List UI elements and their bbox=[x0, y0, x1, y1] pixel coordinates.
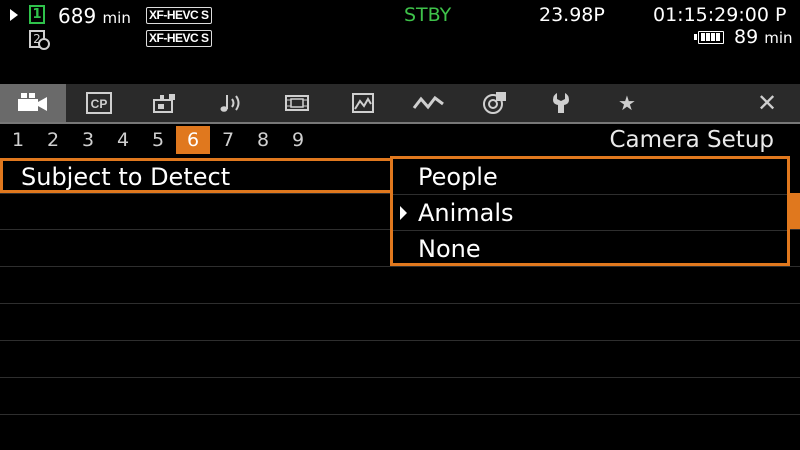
menu-tab-bar: CP ★ ✕ bbox=[0, 84, 800, 122]
movie-camera-icon bbox=[18, 93, 47, 111]
page-6-active[interactable]: 6 bbox=[176, 126, 210, 154]
card-slot-2-icon: 2 bbox=[29, 30, 50, 50]
row-divider bbox=[0, 303, 800, 304]
option-label: None bbox=[418, 235, 481, 263]
tab-camera-settings[interactable] bbox=[132, 84, 198, 122]
battery-icon bbox=[694, 31, 724, 44]
tab-assist-functions[interactable] bbox=[396, 84, 462, 122]
tab-network[interactable] bbox=[462, 84, 528, 122]
page-3[interactable]: 3 bbox=[71, 126, 105, 154]
page-selector: 1 2 3 4 5 6 7 8 9 Camera Setup bbox=[0, 126, 800, 154]
row-divider bbox=[0, 266, 800, 267]
row-divider bbox=[0, 414, 800, 415]
remaining-unit: min bbox=[102, 9, 131, 27]
tab-custom-picture[interactable]: CP bbox=[66, 84, 132, 122]
audio-icon bbox=[220, 95, 240, 112]
page-9[interactable]: 9 bbox=[281, 126, 315, 154]
network-icon bbox=[483, 92, 506, 114]
remaining-record-time: 689 min bbox=[58, 6, 131, 26]
tab-bar-divider bbox=[0, 122, 800, 124]
close-menu-button[interactable]: ✕ bbox=[734, 84, 800, 122]
selected-marker-icon bbox=[400, 206, 407, 220]
assist-waveform-icon bbox=[412, 95, 444, 110]
option-animals[interactable]: Animals bbox=[393, 195, 787, 230]
row-divider bbox=[0, 340, 800, 341]
tab-camera-setup[interactable] bbox=[0, 84, 66, 122]
remaining-value: 689 bbox=[58, 4, 97, 28]
row-divider bbox=[0, 377, 800, 378]
tab-recording-media[interactable] bbox=[330, 84, 396, 122]
recording-format-slot2: XF-HEVC S bbox=[146, 30, 212, 47]
camera-settings-icon bbox=[153, 94, 175, 113]
tab-system-setup[interactable] bbox=[528, 84, 594, 122]
frame-rate: 23.98P bbox=[539, 4, 605, 26]
tab-video[interactable] bbox=[264, 84, 330, 122]
star-icon: ★ bbox=[618, 91, 636, 115]
tab-audio[interactable] bbox=[198, 84, 264, 122]
option-label: People bbox=[418, 163, 498, 191]
page-1[interactable]: 1 bbox=[1, 126, 35, 154]
page-4[interactable]: 4 bbox=[106, 126, 140, 154]
recording-format-slot1: XF-HEVC S bbox=[146, 7, 212, 24]
menu-item-subject-to-detect[interactable]: Subject to Detect bbox=[0, 158, 392, 193]
battery-unit: min bbox=[764, 29, 793, 47]
timecode: 01:15:29:00 P bbox=[653, 4, 787, 26]
svg-text:CP: CP bbox=[91, 97, 108, 111]
option-label: Animals bbox=[418, 199, 514, 227]
option-people[interactable]: People bbox=[393, 159, 787, 194]
record-state: STBY bbox=[404, 4, 452, 26]
battery-value: 89 bbox=[734, 26, 759, 48]
card-slot-1-icon: 1 bbox=[29, 5, 45, 24]
scroll-indicator bbox=[788, 193, 800, 229]
page-8[interactable]: 8 bbox=[246, 126, 280, 154]
page-7[interactable]: 7 bbox=[211, 126, 245, 154]
option-list: People Animals None bbox=[390, 156, 790, 266]
video-icon bbox=[285, 95, 309, 111]
cp-icon: CP bbox=[86, 92, 112, 114]
page-2[interactable]: 2 bbox=[36, 126, 70, 154]
page-5[interactable]: 5 bbox=[141, 126, 175, 154]
play-arrow-icon bbox=[10, 9, 18, 21]
page-title: Camera Setup bbox=[609, 127, 774, 153]
option-none[interactable]: None bbox=[393, 231, 787, 266]
close-icon: ✕ bbox=[756, 89, 778, 117]
status-bar: 1 2 689 min XF-HEVC S XF-HEVC S STBY 23.… bbox=[0, 0, 800, 58]
menu-item-label: Subject to Detect bbox=[21, 163, 231, 191]
wrench-icon bbox=[553, 93, 569, 113]
battery-remaining: 89 min bbox=[734, 28, 793, 47]
tab-my-menu[interactable]: ★ bbox=[594, 84, 660, 122]
recording-media-icon bbox=[352, 93, 374, 113]
